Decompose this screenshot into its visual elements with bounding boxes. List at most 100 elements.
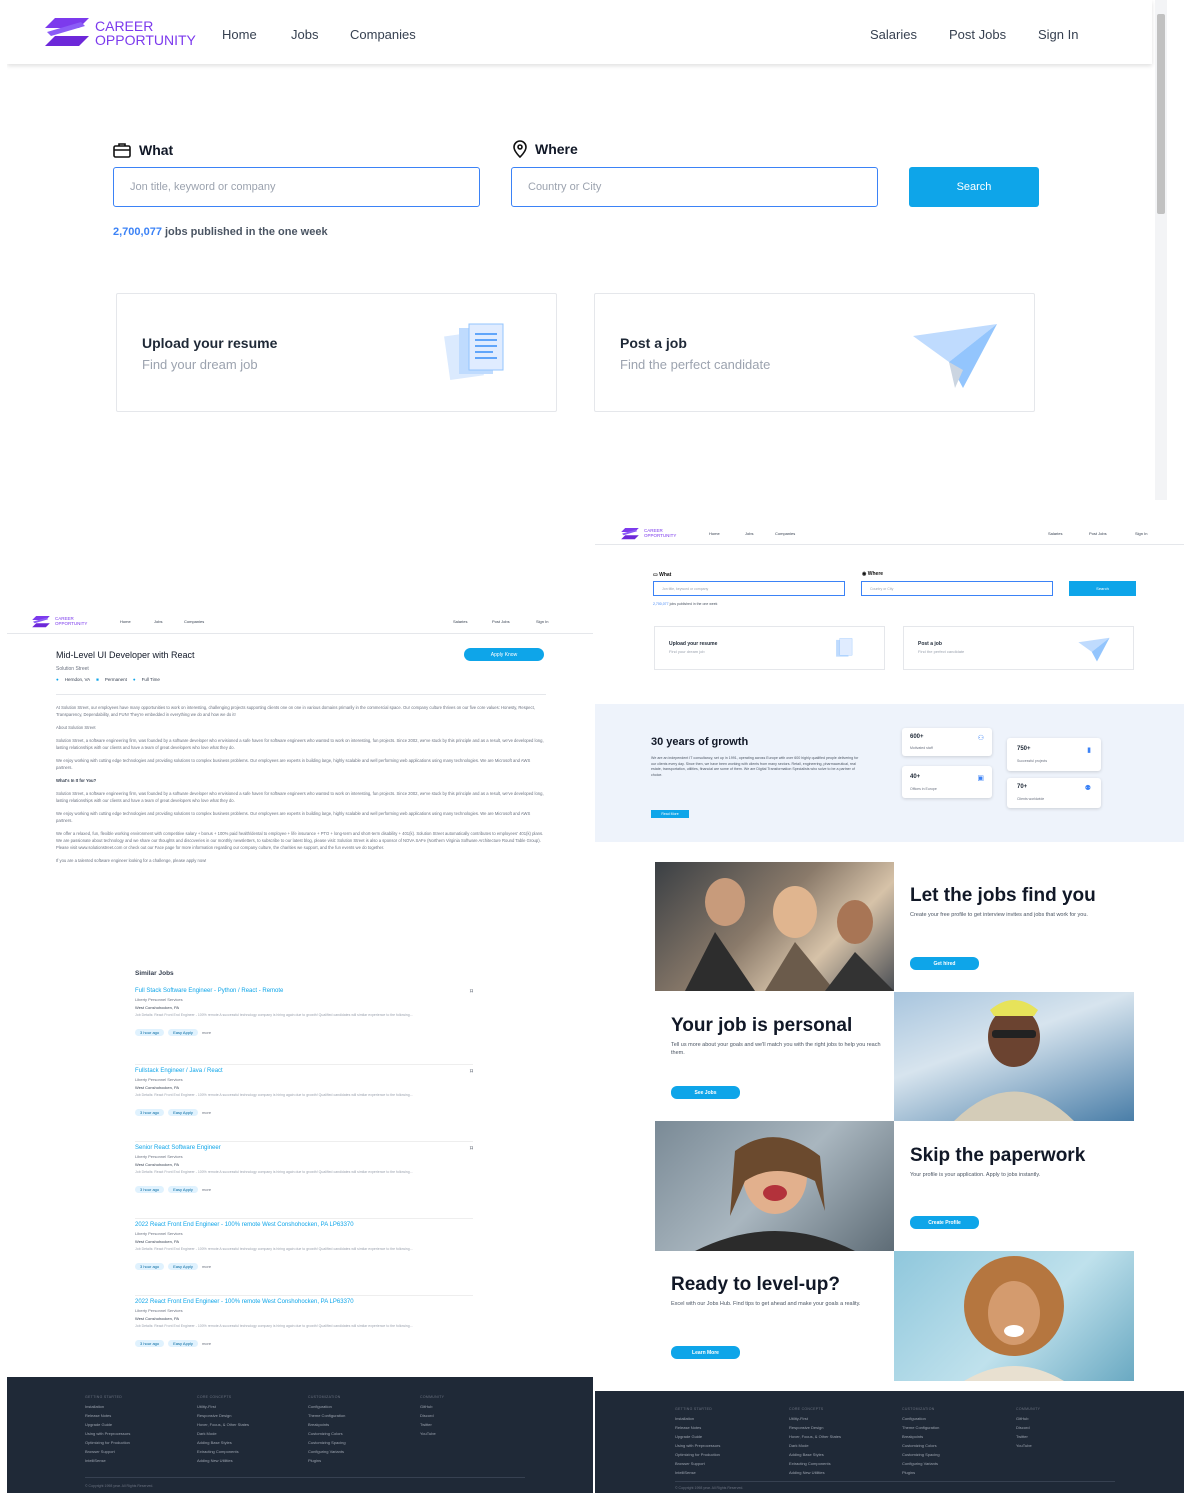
footer-link[interactable]: Utility-First	[789, 1414, 841, 1423]
upload-resume-card[interactable]: Upload your resume Find your dream job	[654, 626, 885, 670]
footer-link[interactable]: IntelliSense	[675, 1468, 720, 1477]
footer-link[interactable]: YouTube	[420, 1429, 444, 1438]
where-input[interactable]: Country or City	[511, 167, 878, 207]
bookmark-icon[interactable]: ⌑	[470, 1145, 473, 1152]
post-job-card[interactable]: Post a job Find the perfect candidate	[594, 293, 1035, 412]
easy-apply-button[interactable]: Easy Apply	[168, 1029, 198, 1036]
footer-link[interactable]: GitHub	[1016, 1414, 1040, 1423]
footer-link[interactable]: Upgrade Guide	[675, 1432, 720, 1441]
footer-link[interactable]: Optimizing for Production	[675, 1450, 720, 1459]
similar-job-title[interactable]: Full Stack Software Engineer - Python / …	[135, 988, 473, 994]
footer-link[interactable]: Installation	[85, 1402, 130, 1411]
similar-job-item[interactable]: Full Stack Software Engineer - Python / …	[135, 988, 473, 1065]
more-link[interactable]: more	[202, 1341, 211, 1346]
get-hired-button[interactable]: Get hired	[910, 957, 979, 970]
easy-apply-button[interactable]: Easy Apply	[168, 1109, 198, 1116]
footer-link[interactable]: Configuration	[308, 1402, 346, 1411]
footer-link[interactable]: Breakpoints	[902, 1432, 940, 1441]
more-link[interactable]: more	[202, 1030, 211, 1035]
footer-link[interactable]: Customizing Spacing	[902, 1450, 940, 1459]
nav-home[interactable]: Home	[222, 27, 257, 42]
footer-link[interactable]: Hover, Focus, & Other States	[197, 1420, 249, 1429]
footer-link[interactable]: Customizing Colors	[308, 1429, 346, 1438]
easy-apply-button[interactable]: Easy Apply	[168, 1186, 198, 1193]
similar-job-title[interactable]: Fullstack Engineer / Java / React	[135, 1068, 473, 1074]
nav-sign-in[interactable]: Sign In	[1135, 531, 1147, 536]
brand-logo-icon[interactable]	[620, 528, 640, 540]
similar-job-title[interactable]: 2022 React Front End Engineer - 100% rem…	[135, 1299, 473, 1305]
read-more-button[interactable]: Read More	[651, 810, 689, 818]
learn-more-button[interactable]: Learn More	[671, 1346, 740, 1359]
footer-link[interactable]: Configuration	[902, 1414, 940, 1423]
similar-job-title[interactable]: 2022 React Front End Engineer - 100% rem…	[135, 1222, 473, 1228]
footer-link[interactable]: Adding New Utilities	[197, 1456, 249, 1465]
nav-post-jobs[interactable]: Post Jobs	[492, 619, 510, 624]
footer-link[interactable]: Installation	[675, 1414, 720, 1423]
footer-link[interactable]: Plugins	[308, 1456, 346, 1465]
post-job-card[interactable]: Post a job Find the perfect candidate	[903, 626, 1134, 670]
footer-link[interactable]: Optimizing for Production	[85, 1438, 130, 1447]
footer-link[interactable]: Theme Configuration	[902, 1423, 940, 1432]
footer-link[interactable]: Breakpoints	[308, 1420, 346, 1429]
footer-link[interactable]: Extracting Components	[197, 1447, 249, 1456]
footer-link[interactable]: Discord	[1016, 1423, 1040, 1432]
similar-job-item[interactable]: Fullstack Engineer / Java / React ⌑ Libe…	[135, 1065, 473, 1142]
nav-salaries[interactable]: Salaries	[453, 619, 467, 624]
footer-link[interactable]: YouTube	[1016, 1441, 1040, 1450]
footer-link[interactable]: Responsive Design	[789, 1423, 841, 1432]
more-link[interactable]: more	[202, 1187, 211, 1192]
nav-sign-in[interactable]: Sign In	[1038, 27, 1078, 42]
footer-link[interactable]: GitHub	[420, 1402, 444, 1411]
more-link[interactable]: more	[202, 1110, 211, 1115]
easy-apply-button[interactable]: Easy Apply	[168, 1340, 198, 1347]
footer-link[interactable]: Adding New Utilities	[789, 1468, 841, 1477]
footer-link[interactable]: Responsive Design	[197, 1411, 249, 1420]
where-input[interactable]: Country or City	[861, 581, 1053, 596]
nav-home[interactable]: Home	[709, 531, 720, 536]
similar-job-title[interactable]: Senior React Software Engineer	[135, 1145, 473, 1151]
footer-link[interactable]: Using with Preprocessors	[675, 1441, 720, 1450]
footer-link[interactable]: Upgrade Guide	[85, 1420, 130, 1429]
footer-link[interactable]: Release Notes	[85, 1411, 130, 1420]
nav-home[interactable]: Home	[120, 619, 131, 624]
nav-post-jobs[interactable]: Post Jobs	[949, 27, 1006, 42]
footer-link[interactable]: IntelliSense	[85, 1456, 130, 1465]
scrollbar-thumb[interactable]	[1157, 14, 1165, 214]
scrollbar[interactable]	[1155, 0, 1167, 500]
footer-link[interactable]: Dark Mode	[197, 1429, 249, 1438]
footer-link[interactable]: Twitter	[420, 1420, 444, 1429]
nav-jobs[interactable]: Jobs	[291, 27, 318, 42]
more-link[interactable]: more	[202, 1264, 211, 1269]
what-input[interactable]: Jon title, keyword or company	[653, 581, 845, 596]
footer-link[interactable]: Extracting Components	[789, 1459, 841, 1468]
bookmark-icon[interactable]: ⌑	[470, 988, 473, 995]
nav-sign-in[interactable]: Sign In	[536, 619, 548, 624]
footer-link[interactable]: Release Notes	[675, 1423, 720, 1432]
bookmark-icon[interactable]: ⌑	[470, 1068, 473, 1075]
see-jobs-button[interactable]: See Jobs	[671, 1086, 740, 1099]
brand-logo-icon[interactable]	[31, 616, 51, 628]
nav-companies[interactable]: Companies	[184, 619, 204, 624]
upload-resume-card[interactable]: Upload your resume Find your dream job	[116, 293, 557, 412]
nav-post-jobs[interactable]: Post Jobs	[1089, 531, 1107, 536]
footer-link[interactable]: Configuring Variants	[902, 1459, 940, 1468]
apply-now-button[interactable]: Apply Know	[464, 648, 544, 661]
nav-salaries[interactable]: Salaries	[1048, 531, 1062, 536]
footer-link[interactable]: Using with Preprocessors	[85, 1429, 130, 1438]
nav-salaries[interactable]: Salaries	[870, 27, 917, 42]
brand-logo[interactable]: CAREER OPPORTUNITY	[45, 18, 196, 48]
footer-link[interactable]: Browser Support	[675, 1459, 720, 1468]
nav-jobs[interactable]: Jobs	[745, 531, 753, 536]
footer-link[interactable]: Dark Mode	[789, 1441, 841, 1450]
footer-link[interactable]: Utility-First	[197, 1402, 249, 1411]
footer-link[interactable]: Customizing Colors	[902, 1441, 940, 1450]
footer-link[interactable]: Twitter	[1016, 1432, 1040, 1441]
footer-link[interactable]: Customizing Spacing	[308, 1438, 346, 1447]
footer-link[interactable]: Hover, Focus, & Other States	[789, 1432, 841, 1441]
search-button[interactable]: Search	[1069, 581, 1136, 596]
search-button[interactable]: Search	[909, 167, 1039, 207]
footer-link[interactable]: Adding Base Styles	[197, 1438, 249, 1447]
footer-link[interactable]: Plugins	[902, 1468, 940, 1477]
footer-link[interactable]: Browser Support	[85, 1447, 130, 1456]
similar-job-item[interactable]: Senior React Software Engineer ⌑ Liberty…	[135, 1142, 473, 1219]
